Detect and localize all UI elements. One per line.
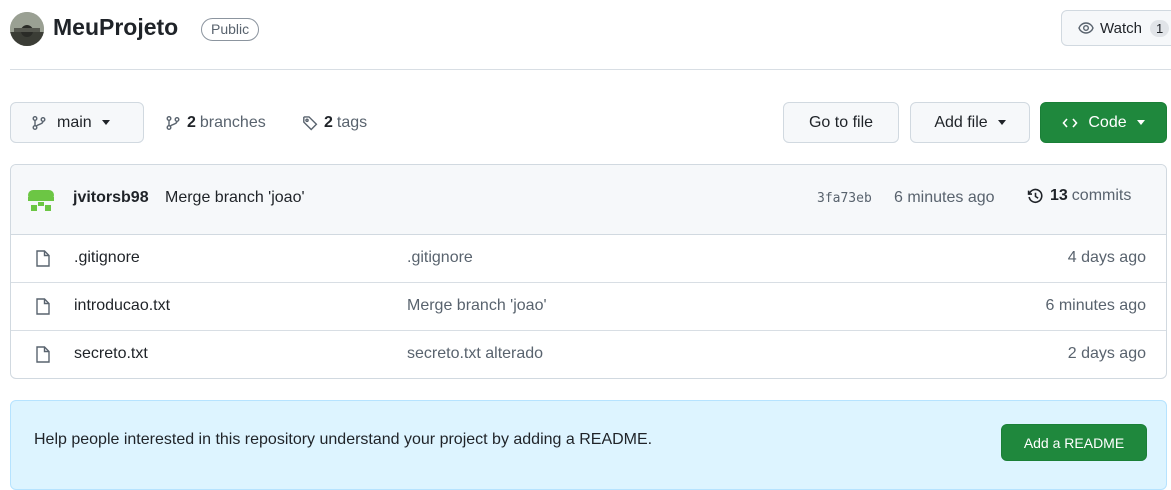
- file-icon: [36, 346, 50, 363]
- repo-owner-avatar[interactable]: [10, 12, 44, 46]
- commit-time: 6 minutes ago: [894, 189, 995, 206]
- history-icon: [1027, 188, 1044, 205]
- tags-count: 2: [324, 113, 333, 131]
- file-commit-message-link[interactable]: .gitignore: [407, 249, 473, 267]
- commit-author-link[interactable]: jvitorsb98: [73, 189, 149, 207]
- chevron-down-icon: [1136, 120, 1145, 125]
- file-commit-time: 6 minutes ago: [1045, 297, 1146, 314]
- watch-label: Watch: [1100, 19, 1142, 37]
- code-label: Code: [1088, 113, 1127, 131]
- tags-label: tags: [336, 113, 368, 131]
- commit-message-link[interactable]: Merge branch 'joao': [165, 189, 305, 207]
- branches-count: 2: [187, 113, 196, 131]
- file-row: .gitignore .gitignore 4 days ago: [11, 235, 1166, 283]
- header-divider: [10, 69, 1171, 70]
- branch-selector-button[interactable]: main: [10, 102, 144, 143]
- branches-link[interactable]: 2 branches: [165, 102, 266, 143]
- file-row: introducao.txt Merge branch 'joao' 6 min…: [11, 283, 1166, 331]
- code-icon: [1062, 115, 1078, 131]
- watch-button[interactable]: Watch 1: [1061, 10, 1171, 46]
- readme-prompt-text: Help people interested in this repositor…: [34, 431, 653, 448]
- file-commit-message-link[interactable]: Merge branch 'joao': [407, 297, 547, 315]
- file-commit-message-link[interactable]: secreto.txt alterado: [407, 345, 543, 363]
- file-row: secreto.txt secreto.txt alterado 2 days …: [11, 331, 1166, 378]
- branch-name: main: [57, 113, 92, 131]
- visibility-badge: Public: [201, 18, 260, 41]
- eye-icon: [1078, 20, 1094, 36]
- branches-label: branches: [199, 113, 266, 131]
- commits-count: 13: [1050, 187, 1068, 204]
- git-branch-icon: [165, 115, 181, 131]
- file-browser: jvitorsb98 Merge branch 'joao' 3fa73eb 6…: [10, 164, 1167, 379]
- chevron-down-icon: [997, 120, 1006, 125]
- commit-hash-link[interactable]: 3fa73eb: [817, 191, 872, 206]
- author-avatar[interactable]: [28, 188, 54, 214]
- watch-count: 1: [1149, 19, 1170, 37]
- commits-history-link[interactable]: 13 commits: [1027, 187, 1131, 205]
- file-icon: [36, 298, 50, 315]
- add-readme-button[interactable]: Add a README: [1001, 424, 1147, 461]
- file-commit-time: 4 days ago: [1067, 249, 1146, 266]
- git-branch-icon: [31, 115, 47, 131]
- chevron-down-icon: [101, 120, 110, 125]
- file-name-link[interactable]: .gitignore: [74, 249, 140, 267]
- latest-commit-row: jvitorsb98 Merge branch 'joao' 3fa73eb 6…: [11, 165, 1166, 235]
- file-icon: [36, 250, 50, 267]
- tags-link[interactable]: 2 tags: [302, 102, 367, 143]
- commits-label: commits: [1071, 187, 1132, 204]
- add-file-button[interactable]: Add file: [910, 102, 1030, 143]
- tag-icon: [302, 115, 318, 131]
- file-commit-time: 2 days ago: [1067, 345, 1146, 362]
- go-to-file-button[interactable]: Go to file: [783, 102, 899, 143]
- file-name-link[interactable]: introducao.txt: [74, 297, 170, 315]
- code-button[interactable]: Code: [1040, 102, 1167, 143]
- repo-name-link[interactable]: MeuProjeto: [53, 12, 178, 42]
- file-name-link[interactable]: secreto.txt: [74, 345, 148, 363]
- add-file-label: Add file: [934, 113, 988, 131]
